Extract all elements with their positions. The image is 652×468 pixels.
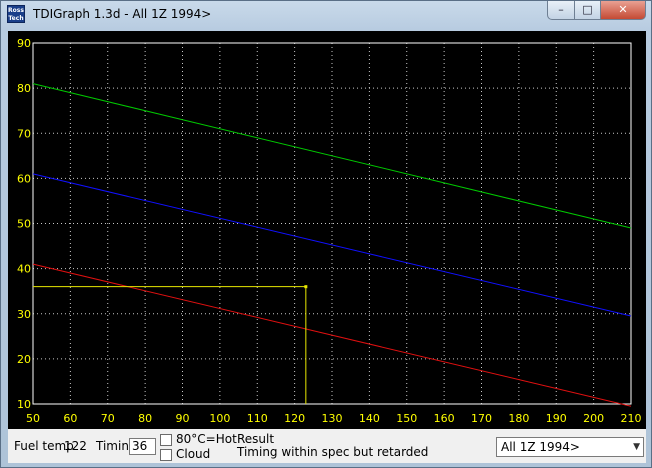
y-tick-label: 80 <box>17 82 31 95</box>
result-text: Timing within spec but retarded <box>237 445 429 459</box>
y-tick-label: 90 <box>17 37 31 50</box>
app-window: Ross Tech TDIGraph 1.3d - All 1Z 1994> –… <box>0 0 652 468</box>
hot-checkbox-label: 80°C=Hot <box>176 432 237 446</box>
x-tick-label: 190 <box>546 412 567 425</box>
y-tick-label: 50 <box>17 218 31 231</box>
x-tick-label: 180 <box>508 412 529 425</box>
control-bar: Fuel temp 122 Timing 36 80°C=Hot Cloud R… <box>8 430 646 463</box>
engine-code-select[interactable]: All 1Z 1994> ▼ <box>496 437 644 457</box>
x-tick-label: 120 <box>284 412 305 425</box>
title-bar[interactable]: Ross Tech TDIGraph 1.3d - All 1Z 1994> –… <box>1 1 651 29</box>
x-tick-label: 130 <box>322 412 343 425</box>
maximize-button[interactable]: □ <box>574 1 601 20</box>
y-tick-label: 30 <box>17 308 31 321</box>
ross-tech-app-icon: Ross Tech <box>7 5 25 23</box>
close-button[interactable]: ✕ <box>600 1 646 20</box>
x-tick-label: 100 <box>209 412 230 425</box>
hot-checkbox[interactable] <box>160 434 172 446</box>
dropdown-arrow-icon: ▼ <box>633 442 640 452</box>
x-tick-label: 210 <box>621 412 642 425</box>
x-tick-label: 200 <box>583 412 604 425</box>
x-tick-label: 110 <box>247 412 268 425</box>
x-tick-label: 140 <box>359 412 380 425</box>
y-tick-label: 70 <box>17 127 31 140</box>
engine-code-selected-value: All 1Z 1994> <box>501 440 580 454</box>
y-tick-label: 60 <box>17 172 31 185</box>
cloud-checkbox-label: Cloud <box>176 447 211 461</box>
series-line-0 <box>32 83 632 229</box>
series-line-2 <box>32 263 632 407</box>
marker-point <box>304 285 308 289</box>
x-tick-label: 90 <box>176 412 190 425</box>
x-tick-label: 50 <box>26 412 40 425</box>
x-tick-label: 160 <box>434 412 455 425</box>
x-tick-label: 70 <box>101 412 115 425</box>
window-title: TDIGraph 1.3d - All 1Z 1994> <box>33 7 212 21</box>
x-tick-label: 150 <box>396 412 417 425</box>
result-label: Result <box>237 432 275 446</box>
fuel-temp-value: 122 <box>64 439 87 453</box>
x-tick-label: 170 <box>471 412 492 425</box>
x-tick-label: 80 <box>138 412 152 425</box>
y-tick-label: 10 <box>17 398 31 411</box>
timing-graph: 50 60 70 80 90 100 110 120 130 140 150 160 170 180 190… <box>8 31 646 429</box>
timing-chart-svg: 50 60 70 80 90 100 110 120 130 140 150 160 170 180 190… <box>17 37 642 425</box>
cloud-checkbox[interactable] <box>160 449 172 461</box>
y-tick-label: 20 <box>17 353 31 366</box>
minimize-button[interactable]: – <box>547 1 575 20</box>
timing-input[interactable]: 36 <box>129 438 156 455</box>
y-tick-label: 40 <box>17 263 31 276</box>
client-area: 50 60 70 80 90 100 110 120 130 140 150 160 170 180 190… <box>8 31 646 463</box>
x-tick-label: 60 <box>63 412 77 425</box>
